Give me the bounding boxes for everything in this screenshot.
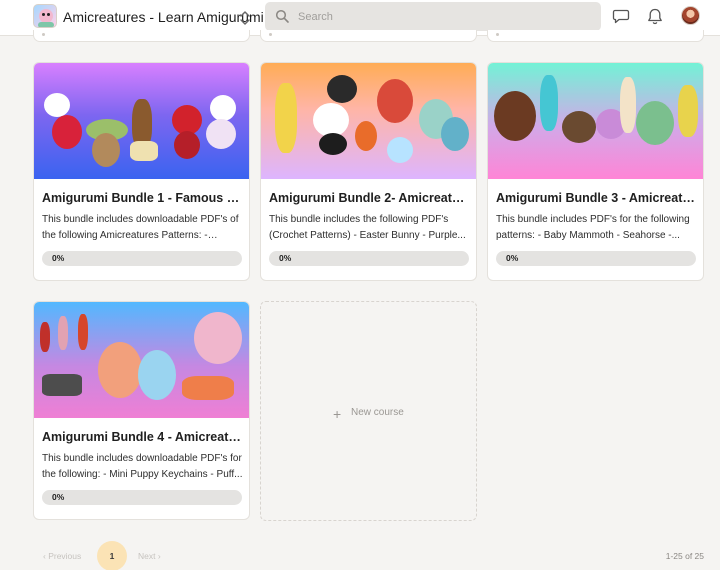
course-progress: 0% bbox=[42, 251, 242, 266]
progress-label: 0% bbox=[52, 253, 65, 263]
plus-icon: + bbox=[333, 406, 342, 422]
course-progress: 0% bbox=[269, 251, 469, 266]
school-title[interactable]: Amicreatures - Learn Amigurumi bbox=[63, 9, 264, 25]
course-card[interactable]: Amigurumi Bundle 3 - Amicreatures This b… bbox=[487, 62, 704, 281]
card-edge bbox=[487, 30, 704, 42]
course-thumbnail bbox=[488, 63, 703, 179]
chat-icon[interactable] bbox=[612, 7, 630, 25]
bell-icon[interactable] bbox=[646, 7, 664, 25]
course-thumbnail bbox=[34, 63, 249, 179]
avatar[interactable] bbox=[681, 6, 700, 25]
card-edge bbox=[260, 30, 477, 42]
course-description: This bundle includes downloadable PDF's … bbox=[42, 214, 239, 241]
course-thumbnail bbox=[34, 302, 249, 418]
brand-logo[interactable] bbox=[33, 4, 57, 28]
results-count: 1-25 of 25 bbox=[665, 551, 704, 561]
new-course-label: New course bbox=[351, 407, 404, 418]
course-description: This bundle includes PDF's for the follo… bbox=[496, 214, 690, 241]
logo-eye bbox=[47, 13, 50, 16]
course-thumbnail bbox=[261, 63, 476, 179]
logo-face bbox=[39, 9, 53, 23]
next-page-button[interactable]: Next › bbox=[138, 551, 161, 561]
course-card[interactable]: Amigurumi Bundle 1 - Famous Characters T… bbox=[33, 62, 250, 281]
search-input[interactable] bbox=[298, 2, 588, 31]
progress-label: 0% bbox=[506, 253, 519, 263]
progress-label: 0% bbox=[279, 253, 292, 263]
course-progress: 0% bbox=[42, 490, 242, 505]
logo-eye bbox=[42, 13, 45, 16]
search-icon bbox=[275, 9, 289, 23]
previous-page-button[interactable]: ‹ Previous bbox=[43, 551, 81, 561]
progress-label: 0% bbox=[52, 492, 65, 502]
page-1-button[interactable]: 1 bbox=[97, 541, 127, 570]
switch-icon[interactable] bbox=[239, 9, 251, 27]
new-course-button[interactable]: + New course bbox=[260, 301, 477, 521]
course-title[interactable]: Amigurumi Bundle 2- Amicreatures bbox=[269, 191, 469, 205]
course-card[interactable]: Amigurumi Bundle 4 - Amicreatures This b… bbox=[33, 301, 250, 520]
search-bar[interactable] bbox=[265, 2, 601, 31]
course-title[interactable]: Amigurumi Bundle 4 - Amicreatures bbox=[42, 430, 242, 444]
course-progress: 0% bbox=[496, 251, 696, 266]
course-description: This bundle includes the following PDF's… bbox=[269, 214, 466, 241]
course-title[interactable]: Amigurumi Bundle 3 - Amicreatures bbox=[496, 191, 696, 205]
card-edge bbox=[33, 30, 250, 42]
course-card[interactable]: Amigurumi Bundle 2- Amicreatures This bu… bbox=[260, 62, 477, 281]
logo-body bbox=[38, 22, 54, 27]
course-title[interactable]: Amigurumi Bundle 1 - Famous Characters bbox=[42, 191, 242, 205]
course-description: This bundle includes downloadable PDF's … bbox=[42, 453, 243, 480]
